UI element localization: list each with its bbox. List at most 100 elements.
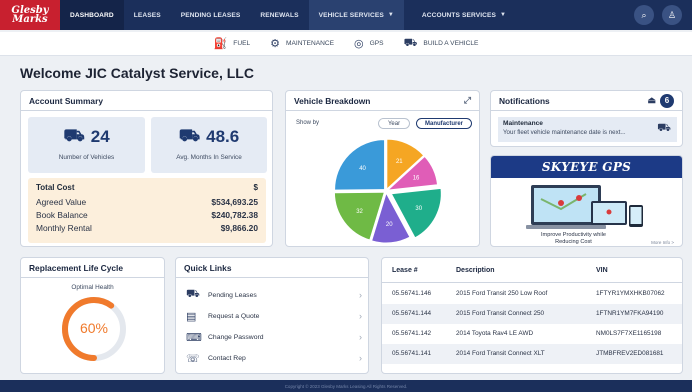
expand-icon[interactable]: ⤢ [464, 95, 471, 106]
lease-number: 05.56741.142 [392, 330, 432, 337]
ad-caption-line: Reducing Cost [555, 239, 592, 245]
notifications-title: Notifications [499, 95, 550, 106]
table-row[interactable]: 05.56741.141 2014 Ford Transit Connect X… [382, 344, 682, 364]
gps-icon: ◎ [354, 38, 364, 50]
manufacturer-toggle[interactable]: Manufacturer [416, 118, 472, 129]
health-percent: 60% [79, 320, 109, 336]
map-pin [576, 195, 582, 201]
nav-leases[interactable]: LEASES [124, 0, 171, 30]
pie-slice-label: 21 [396, 159, 403, 165]
subnav-fuel[interactable]: ⛽ FUEL [214, 37, 251, 50]
quick-link-request-quote[interactable]: ▤ Request a Quote › [186, 306, 362, 326]
table-row[interactable]: 05.56741.142 2014 Toyota Rav4 LE AWD NM0… [382, 324, 682, 344]
car-icon: ⛟ [403, 36, 418, 49]
quick-links-card: Quick Links ⛟ Pending Leases › ▤ Request… [175, 257, 369, 374]
quick-link-contact-rep[interactable]: ☏ Contact Rep › [186, 348, 362, 368]
account-summary-title: Account Summary [21, 91, 272, 111]
notifications-card: Notifications ⏏ 6 Maintenance Your fleet… [490, 90, 683, 147]
subnav-gps[interactable]: ◎ GPS [354, 37, 384, 50]
lease-description: 2015 Ford Transit Connect 250 [456, 310, 545, 317]
nav-accounts-services-label: ACCOUNTS SERVICES [421, 11, 496, 19]
caret-down-icon: ▼ [387, 12, 394, 18]
cost-row-label: Monthly Rental [36, 223, 92, 233]
map-pin [558, 200, 564, 206]
nav-pending-leases[interactable]: PENDING LEASES [171, 0, 251, 30]
vehicles-value: 24 [90, 127, 110, 146]
months-count: ⛟ 48.6 [151, 126, 267, 148]
wrench-icon: ⚙ [270, 38, 281, 50]
lift-icon: ⛟ [657, 122, 671, 134]
vehicle-icon: ⛟ [63, 126, 85, 145]
table-row[interactable]: 05.56741.144 2015 Ford Transit Connect 2… [382, 304, 682, 324]
top-nav: Glesby Marks DASHBOARD LEASES PENDING LE… [0, 0, 692, 30]
column-header-vin: VIN [596, 266, 608, 274]
document-icon: ▤ [186, 310, 197, 323]
account-summary-card: Account Summary ⛟ 24 Number of Vehicles … [20, 90, 273, 247]
lease-description: 2015 Ford Transit 250 Low Roof [456, 290, 548, 297]
nav-renewals[interactable]: RENEWALS [250, 0, 308, 30]
nav-accounts-services[interactable]: ACCOUNTS SERVICES ▼ [412, 0, 516, 30]
vehicle-breakdown-header: Vehicle Breakdown ⤢ [286, 91, 479, 111]
total-cost-label: Total Cost [36, 183, 75, 192]
table-row[interactable]: 05.56741.146 2015 Ford Transit 250 Low R… [382, 284, 682, 304]
cost-row-value: $534,693.25 [211, 197, 258, 207]
map-pin [606, 209, 612, 215]
pie-slice-label: 32 [356, 209, 363, 215]
vehicles-stat: ⛟ 24 Number of Vehicles [28, 117, 145, 173]
nav-dashboard[interactable]: DASHBOARD [60, 0, 124, 30]
notification-item-desc: Your fleet vehicle maintenance date is n… [503, 129, 626, 136]
quick-link-label: Contact Rep [208, 354, 246, 362]
notification-item-title: Maintenance [503, 120, 543, 127]
months-value: 48.6 [206, 127, 240, 146]
user-icon[interactable]: ♙ [662, 5, 682, 25]
nav-vehicle-services[interactable]: VEHICLE SERVICES ▼ [308, 0, 404, 30]
contact-icon: ☏ [186, 352, 200, 365]
laptop-base [526, 225, 606, 229]
notification-item[interactable]: Maintenance Your fleet vehicle maintenan… [498, 117, 677, 142]
quick-link-pending-leases[interactable]: ⛟ Pending Leases › [186, 285, 362, 305]
lease-number: 05.56741.144 [392, 310, 432, 317]
year-toggle[interactable]: Year [378, 118, 410, 129]
car-icon: ⛟ [186, 288, 200, 300]
cost-row-value: $240,782.38 [211, 210, 258, 220]
lease-vin: 1FTNR1YM7FKA94190 [596, 310, 664, 317]
notification-count-badge[interactable]: 6 [660, 93, 674, 108]
page-title: Welcome JIC Catalyst Service, LLC [20, 65, 254, 81]
lease-vin: NM0LS7F7XE1165198 [596, 330, 662, 337]
replacement-title: Replacement Life Cycle [21, 258, 164, 278]
skyeye-logo: SKYEYE GPS [491, 156, 682, 178]
subnav-maintenance-label: MAINTENANCE [286, 40, 335, 47]
vehicles-count: ⛟ 24 [28, 126, 145, 148]
brand-logo[interactable]: Glesby Marks [0, 0, 60, 30]
months-label: Avg. Months In Service [176, 154, 242, 161]
months-stat: ⛟ 48.6 Avg. Months In Service [151, 117, 267, 173]
cost-row: Monthly Rental $9,866.20 [36, 223, 258, 233]
vehicle-breakdown-card: Vehicle Breakdown ⤢ Show by Year Manufac… [285, 90, 480, 247]
subnav-maintenance[interactable]: ⚙ MAINTENANCE [270, 37, 334, 50]
skyeye-gps-ad[interactable]: SKYEYE GPS Improve Productivity while Re… [490, 155, 683, 247]
skyeye-logo-text: SKYEYE GPS [541, 160, 632, 174]
pie-slice-label: 16 [413, 175, 420, 181]
search-icon[interactable]: ⌕ [634, 5, 654, 25]
cost-row: Agreed Value $534,693.25 [36, 197, 258, 207]
show-by-label: Show by [296, 120, 320, 126]
more-info-link[interactable]: More Info > [651, 240, 674, 245]
pie-slice-label: 20 [386, 222, 393, 228]
quick-link-label: Request a Quote [208, 312, 260, 320]
lease-table-card: Lease # Description VIN 05.56741.146 201… [381, 257, 683, 374]
chevron-right-icon: › [359, 311, 362, 321]
brand-logo-text: Glesby Marks [11, 5, 49, 25]
quick-links-title: Quick Links [176, 258, 368, 278]
cost-row-label: Agreed Value [36, 197, 87, 207]
lease-number: 05.56741.146 [392, 290, 432, 297]
quick-link-change-password[interactable]: ⌨ Change Password › [186, 327, 362, 347]
subnav-build-vehicle[interactable]: ⛟ BUILD A VEHICLE [404, 37, 479, 51]
car-clock-icon: ⛟ [178, 126, 201, 145]
gps-devices-illustration [526, 185, 643, 229]
quick-link-label: Change Password [208, 333, 264, 341]
megaphone-icon: ⏏ [647, 95, 656, 105]
optimal-health-label: Optimal Health [71, 284, 114, 291]
vehicle-breakdown-title: Vehicle Breakdown [294, 95, 371, 106]
vehicles-label: Number of Vehicles [58, 154, 115, 161]
money-icon: $ [253, 183, 258, 192]
